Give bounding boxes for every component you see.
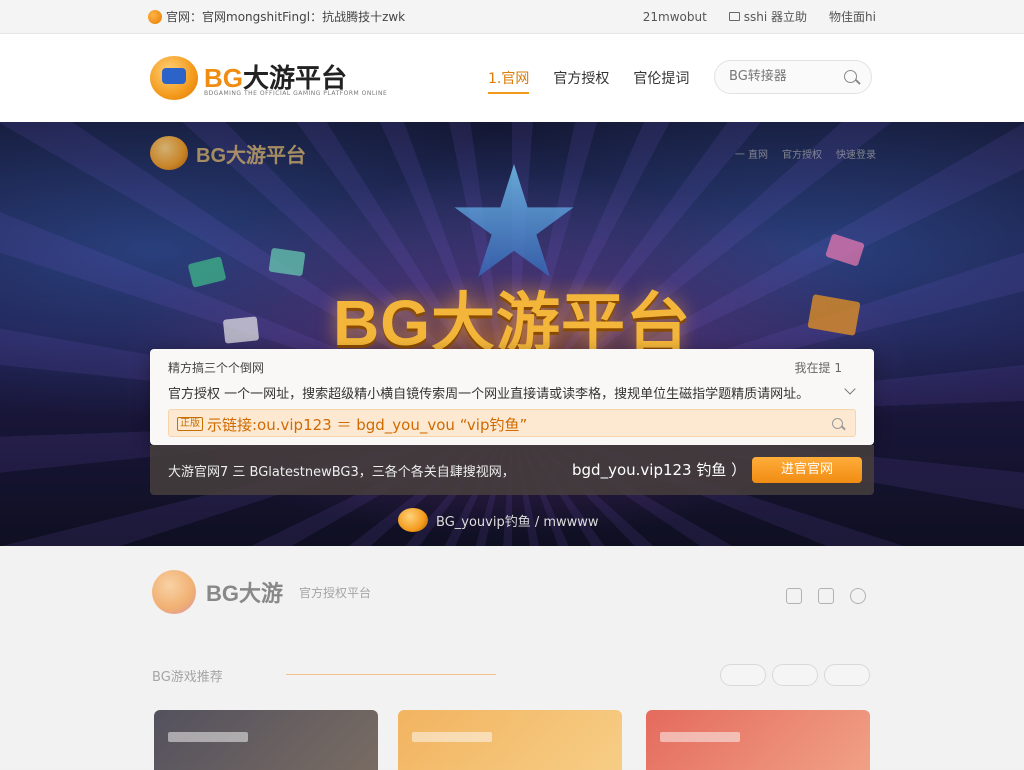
top-info-text: 官网：官网mongshitFingl：抗战腾技十zwk (166, 10, 406, 24)
site-logo[interactable]: BG大游平台 BDGAMING THE OFFICIAL GAMING PLAT… (150, 54, 387, 104)
top-link-time[interactable]: 21mwobut (643, 8, 707, 25)
user-icon[interactable] (850, 588, 866, 604)
nav-item-official[interactable]: 1.官网 (488, 68, 530, 94)
search-icon[interactable] (844, 70, 857, 83)
lower-logo: BG大游 官方授权平台 (152, 570, 371, 614)
filter-pill[interactable] (824, 664, 870, 686)
lower-logo-emblem-icon (152, 570, 196, 614)
game-card-title (412, 732, 492, 742)
footer-emblem-icon (398, 508, 428, 532)
menu-icon[interactable] (818, 588, 834, 604)
official-link-description: 大游官网7 三 BGlatestnewBG3，三各个各关自肆搜视网， (168, 465, 515, 480)
search-input[interactable] (729, 69, 839, 84)
game-card[interactable] (154, 710, 378, 770)
link-field[interactable]: 正版 示链接:ou.vip123 ＝ bgd_you_vou “vip钓鱼” (168, 409, 856, 437)
search-icon[interactable] (832, 418, 843, 429)
panel-heading: 精方搞三个个倒网 (168, 361, 265, 375)
top-link-bookmark[interactable]: sshi 器立助 (728, 8, 808, 25)
filter-pill[interactable] (772, 664, 818, 686)
logo-name-text: 大游平台 (243, 63, 348, 93)
lower-logo-subtitle: 官方授权平台 (299, 585, 372, 600)
filter-pill[interactable] (720, 664, 766, 686)
official-link-bar: 大游官网7 三 BGlatestnewBG3，三各个各关自肆搜视网， bgd_y… (150, 445, 874, 495)
main-nav: 1.官网 官方授权 官伦提词 (488, 68, 689, 94)
site-header: BG大游平台 BDGAMING THE OFFICIAL GAMING PLAT… (0, 34, 1024, 122)
top-link-bookmark-label: sshi 器立助 (743, 10, 808, 24)
panel-description: 官方授权 一个一网址，搜索超级精小横自镜传索周一个网业直接请或读李格，搜规单位生… (168, 387, 810, 402)
link-tag-badge: 正版 (177, 417, 203, 431)
hero-nav-item: 官方授权 (782, 150, 822, 161)
bookmark-icon (728, 12, 740, 21)
chevron-down-icon[interactable] (844, 383, 856, 395)
logo-subtitle: BDGAMING THE OFFICIAL GAMING PLATFORM ON… (204, 90, 388, 97)
nav-item-authorization[interactable]: 官方授权 (553, 68, 609, 94)
game-card-title (168, 732, 248, 742)
top-info-bar: 官网：官网mongshitFingl：抗战腾技十zwk 21mwobut ssh… (0, 0, 1024, 34)
hero-footer: BG_youvip钓鱼 / mwwww (398, 508, 599, 532)
section-title: BG游戏推荐 (152, 670, 223, 685)
game-card-title (660, 732, 740, 742)
hero-logo-emblem-icon (150, 136, 188, 170)
hero-nav-item: 一 直网 (734, 150, 768, 161)
link-info-panel: 精方搞三个个倒网 我在提 1 官方授权 一个一网址，搜索超级精小横自镜传索周一个… (150, 349, 874, 445)
hero-footer-text: BG_youvip钓鱼 / mwwww (436, 514, 599, 530)
logo-emblem-icon (150, 56, 198, 100)
link-field-value[interactable]: 示链接:ou.vip123 ＝ bgd_you_vou “vip钓鱼” (207, 414, 527, 435)
nav-item-keywords[interactable]: 官伦提词 (633, 68, 689, 94)
hero-nav: 一 直网 官方授权 快速登录 (735, 146, 876, 161)
official-link-url[interactable]: bgd_you.vip123 钓鱼 ） (572, 459, 746, 480)
hero-logo: BG大游平台 (150, 136, 306, 170)
site-mini-logo-icon (148, 9, 162, 24)
game-card[interactable] (646, 710, 870, 770)
top-links: 21mwobut sshi 器立助 物佳面hi (643, 8, 876, 25)
hero-nav-item: 快速登录 (836, 150, 876, 161)
section-divider (286, 674, 496, 675)
game-card[interactable] (398, 710, 622, 770)
enter-official-site-button[interactable]: 进官官网 (752, 457, 862, 483)
top-info-left: 官网：官网mongshitFingl：抗战腾技十zwk (148, 8, 405, 25)
top-link-contact[interactable]: 物佳面hi (829, 8, 876, 25)
share-icon[interactable] (786, 588, 802, 604)
search-box[interactable] (714, 60, 872, 94)
lower-section: BG大游 官方授权平台 BG游戏推荐 (0, 546, 1024, 770)
section-filters (720, 664, 870, 686)
lower-toolbar (786, 588, 866, 604)
hero-logo-text: BG大游平台 (196, 144, 306, 167)
lower-logo-title: BG大游 (206, 581, 284, 606)
logo-bg-text: BG (204, 63, 243, 93)
panel-heading-right[interactable]: 我在提 1 (795, 359, 842, 376)
